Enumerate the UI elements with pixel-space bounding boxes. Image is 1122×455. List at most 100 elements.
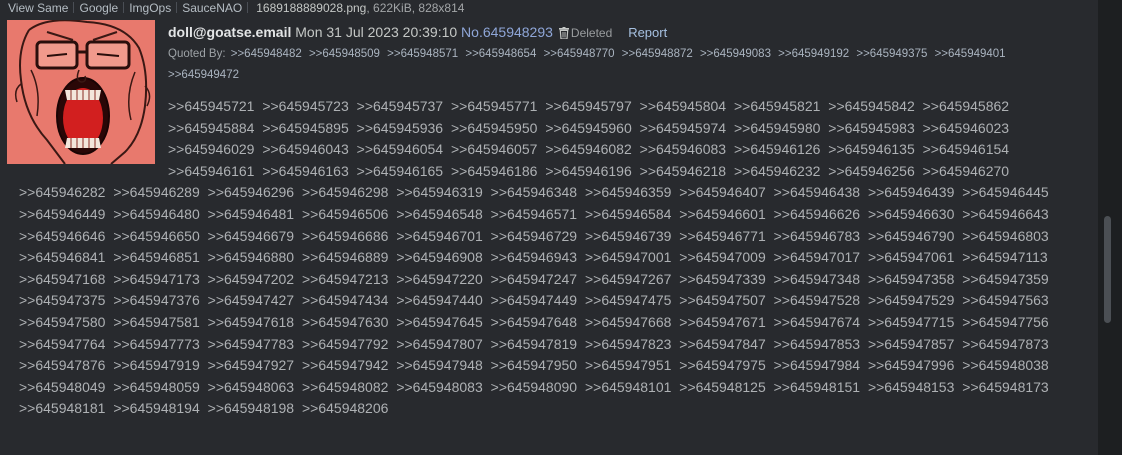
quote-link[interactable]: >>645945771 (451, 98, 537, 114)
quote-link[interactable]: >>645946506 (302, 206, 388, 222)
quote-link[interactable]: >>645948082 (302, 379, 388, 395)
quote-link[interactable]: >>645946082 (545, 141, 631, 157)
quote-link[interactable]: >>645947942 (302, 357, 388, 373)
quote-link[interactable]: >>645945983 (828, 120, 914, 136)
quote-link[interactable]: >>645947857 (868, 336, 954, 352)
quoted-by-link[interactable]: >>645948509 (309, 48, 380, 60)
quote-link[interactable]: >>645948206 (302, 400, 388, 416)
quote-link[interactable]: >>645947950 (491, 357, 577, 373)
quote-link[interactable]: >>645947580 (19, 314, 105, 330)
quote-link[interactable]: >>645947475 (585, 292, 671, 308)
quote-link[interactable]: >>645947348 (774, 271, 860, 287)
quote-link[interactable]: >>645947017 (774, 249, 860, 265)
quote-link[interactable]: >>645946438 (774, 184, 860, 200)
quote-link[interactable]: >>645946739 (585, 228, 671, 244)
quote-link[interactable]: >>645945960 (545, 120, 631, 136)
quote-link[interactable]: >>645946054 (357, 141, 443, 157)
quote-link[interactable]: >>645945974 (640, 120, 726, 136)
quote-link[interactable]: >>645947267 (585, 271, 671, 287)
quote-link[interactable]: >>645948101 (585, 379, 671, 395)
poster-name[interactable]: doll@goatse.email (168, 24, 291, 40)
quote-link[interactable]: >>645946043 (262, 141, 348, 157)
quoted-by-link[interactable]: >>645948770 (544, 48, 615, 60)
report-link[interactable]: Report (628, 25, 667, 40)
quote-link[interactable]: >>645947247 (491, 271, 577, 287)
quote-link[interactable]: >>645948151 (774, 379, 860, 395)
quote-link[interactable]: >>645945895 (262, 120, 348, 136)
quote-link[interactable]: >>645945842 (828, 98, 914, 114)
quote-link[interactable]: >>645946851 (113, 249, 199, 265)
quote-link[interactable]: >>645946296 (208, 184, 294, 200)
quote-link[interactable]: >>645947202 (208, 271, 294, 287)
quote-link[interactable]: >>645946646 (19, 228, 105, 244)
quote-link[interactable]: >>645946359 (585, 184, 671, 200)
quote-link[interactable]: >>645948198 (208, 400, 294, 416)
quote-link[interactable]: >>645947434 (302, 292, 388, 308)
quote-link[interactable]: >>645946601 (679, 206, 765, 222)
quote-link[interactable]: >>645946548 (396, 206, 482, 222)
quote-link[interactable]: >>645947113 (962, 249, 1047, 265)
quote-link[interactable]: >>645946023 (923, 120, 1009, 136)
quote-link[interactable]: >>645945950 (451, 120, 537, 136)
quote-link[interactable]: >>645946126 (734, 141, 820, 157)
quote-link[interactable]: >>645945723 (262, 98, 348, 114)
quote-link[interactable]: >>645945936 (357, 120, 443, 136)
quote-link[interactable]: >>645946083 (640, 141, 726, 157)
quote-link[interactable]: >>645948038 (962, 357, 1048, 373)
quote-link[interactable]: >>645947529 (868, 292, 954, 308)
quote-link[interactable]: >>645946319 (396, 184, 482, 200)
quoted-by-link[interactable]: >>645948654 (465, 48, 536, 60)
quoted-by-link[interactable]: >>645949192 (778, 48, 849, 60)
quote-link[interactable]: >>645948090 (491, 379, 577, 395)
quote-link[interactable]: >>645946943 (491, 249, 577, 265)
quote-link[interactable]: >>645947948 (396, 357, 482, 373)
imgops-link[interactable]: ImgOps (124, 0, 176, 16)
quote-link[interactable]: >>645947061 (868, 249, 954, 265)
quote-link[interactable]: >>645948181 (19, 400, 105, 416)
quote-link[interactable]: >>645946196 (545, 163, 631, 179)
quote-link[interactable]: >>645945862 (923, 98, 1009, 114)
quote-link[interactable]: >>645946889 (302, 249, 388, 265)
quote-link[interactable]: >>645946407 (679, 184, 765, 200)
quote-link[interactable]: >>645946584 (585, 206, 671, 222)
quote-link[interactable]: >>645946232 (734, 163, 820, 179)
quote-link[interactable]: >>645946298 (302, 184, 388, 200)
quote-link[interactable]: >>645945797 (545, 98, 631, 114)
quote-link[interactable]: >>645947674 (774, 314, 860, 330)
quote-link[interactable]: >>645947756 (962, 314, 1048, 330)
quote-link[interactable]: >>645947449 (491, 292, 577, 308)
quote-link[interactable]: >>645947213 (302, 271, 388, 287)
quote-link[interactable]: >>645946161 (168, 163, 254, 179)
quote-link[interactable]: >>645946256 (828, 163, 914, 179)
quote-link[interactable]: >>645946650 (113, 228, 199, 244)
quote-link[interactable]: >>645946029 (168, 141, 254, 157)
quote-link[interactable]: >>645945821 (734, 98, 820, 114)
quote-link[interactable]: >>645947339 (679, 271, 765, 287)
quote-link[interactable]: >>645946841 (19, 249, 105, 265)
quote-link[interactable]: >>645946218 (640, 163, 726, 179)
quote-link[interactable]: >>645947792 (302, 336, 388, 352)
quote-link[interactable]: >>645947847 (679, 336, 765, 352)
quote-link[interactable]: >>645947507 (679, 292, 765, 308)
quoted-by-link[interactable]: >>645949083 (700, 48, 771, 60)
quote-link[interactable]: >>645947876 (19, 357, 105, 373)
quote-link[interactable]: >>645947645 (396, 314, 482, 330)
quote-link[interactable]: >>645947358 (868, 271, 954, 287)
quote-link[interactable]: >>645946154 (923, 141, 1009, 157)
quote-link[interactable]: >>645946880 (208, 249, 294, 265)
quote-link[interactable]: >>645947823 (585, 336, 671, 352)
quote-link[interactable]: >>645947440 (396, 292, 482, 308)
quote-link[interactable]: >>645948194 (113, 400, 199, 416)
quote-link[interactable]: >>645947975 (679, 357, 765, 373)
quote-link[interactable]: >>645947009 (679, 249, 765, 265)
quote-link[interactable]: >>645946771 (679, 228, 765, 244)
quote-link[interactable]: >>645946790 (868, 228, 954, 244)
quote-link[interactable]: >>645947168 (19, 271, 105, 287)
quote-link[interactable]: >>645946480 (113, 206, 199, 222)
view-same-link[interactable]: View Same (0, 0, 73, 16)
quote-link[interactable]: >>645947671 (679, 314, 765, 330)
quote-link[interactable]: >>645945804 (640, 98, 726, 114)
quote-link[interactable]: >>645948125 (679, 379, 765, 395)
quote-link[interactable]: >>645945980 (734, 120, 820, 136)
quote-link[interactable]: >>645948059 (113, 379, 199, 395)
